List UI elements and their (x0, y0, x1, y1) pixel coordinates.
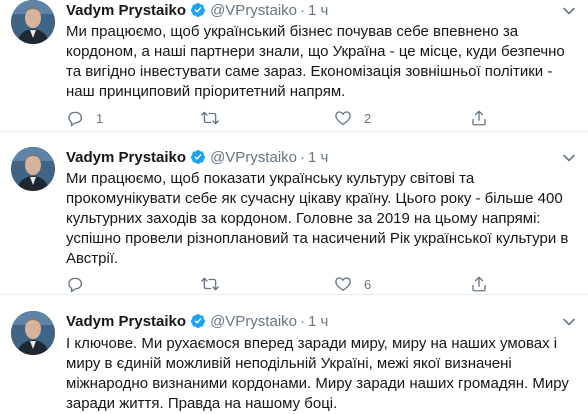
tweet-header: Vadym Prystaiko @VPrystaiko · 1 ч (66, 1, 328, 21)
chevron-down-icon[interactable] (562, 4, 576, 18)
reply-button[interactable]: 1 (66, 108, 103, 128)
reply-count: 1 (96, 110, 104, 126)
heart-icon (334, 109, 352, 127)
share-button[interactable] (470, 274, 488, 294)
separator-dot: · (300, 149, 305, 166)
author-handle[interactable]: @VPrystaiko (210, 313, 297, 330)
chevron-down-icon[interactable] (562, 315, 576, 329)
like-button[interactable]: 2 (334, 108, 371, 128)
tweet-header: Vadym Prystaiko @VPrystaiko · 1 ч (66, 148, 328, 168)
retweet-icon (200, 109, 220, 127)
avatar[interactable] (11, 147, 55, 191)
tweet-header: Vadym Prystaiko @VPrystaiko · 1 ч (66, 312, 328, 332)
tweet-timestamp[interactable]: 1 ч (308, 313, 328, 330)
reply-button[interactable] (66, 274, 96, 294)
tweet-text: Ми працюємо, щоб показати українську кул… (66, 170, 569, 267)
reply-icon (66, 109, 84, 127)
retweet-button[interactable] (200, 108, 232, 128)
author-name[interactable]: Vadym Prystaiko (66, 149, 186, 166)
share-icon (470, 275, 488, 293)
retweet-button[interactable] (200, 274, 232, 294)
like-button[interactable]: 6 (334, 274, 371, 294)
share-icon (470, 109, 488, 127)
like-count: 6 (364, 276, 372, 292)
tweet-timestamp[interactable]: 1 ч (308, 2, 328, 19)
chevron-down-icon[interactable] (562, 151, 576, 165)
like-count: 2 (364, 110, 372, 126)
tweet-text: І ключове. Ми рухаємося вперед заради ми… (66, 335, 569, 412)
avatar[interactable] (11, 0, 55, 44)
tweet-feed: Vadym Prystaiko @VPrystaiko · 1 ч Ми працює… (0, 0, 588, 414)
retweet-icon (200, 275, 220, 293)
author-name[interactable]: Vadym Prystaiko (66, 313, 186, 330)
author-name[interactable]: Vadym Prystaiko (66, 2, 186, 19)
verified-badge-icon (190, 313, 206, 335)
heart-icon (334, 275, 352, 293)
author-handle[interactable]: @VPrystaiko (210, 2, 297, 19)
separator-dot: · (300, 2, 305, 19)
avatar[interactable] (11, 311, 55, 355)
reply-icon (66, 275, 84, 293)
tweet-actions: 1 2 (66, 108, 576, 128)
verified-badge-icon (190, 2, 206, 24)
tweet-actions: 6 (66, 274, 576, 294)
share-button[interactable] (470, 108, 488, 128)
author-handle[interactable]: @VPrystaiko (210, 149, 297, 166)
tweet-timestamp[interactable]: 1 ч (308, 149, 328, 166)
separator-dot: · (300, 313, 305, 330)
tweet-text: Ми працюємо, щоб український бізнес почу… (66, 23, 565, 100)
verified-badge-icon (190, 149, 206, 171)
